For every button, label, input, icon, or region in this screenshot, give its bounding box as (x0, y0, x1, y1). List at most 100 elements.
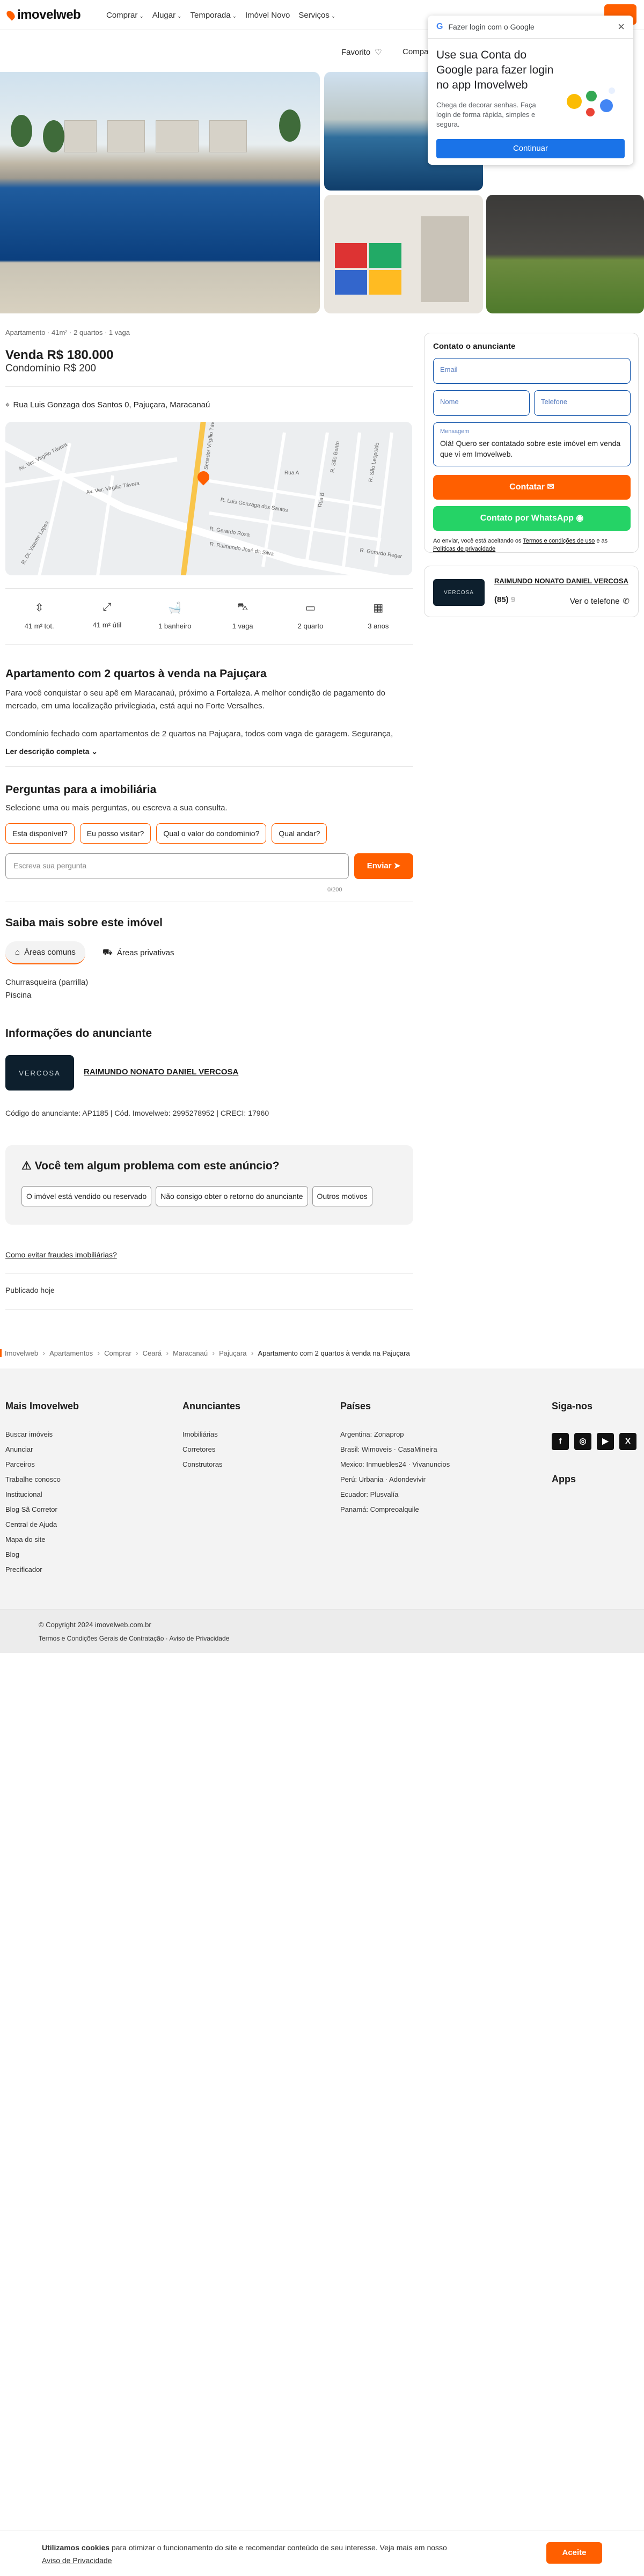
accept-cookies-button[interactable]: Aceite (546, 2542, 602, 2564)
advertiser-name-link[interactable]: RAIMUNDO NONATO DANIEL VERCOSA (84, 1067, 238, 1077)
chevron-right-icon: › (166, 1348, 169, 1358)
google-continue-button[interactable]: Continuar (436, 139, 625, 158)
phone-field[interactable]: Telefone (534, 390, 631, 416)
advertiser-card-logo[interactable]: VERCOSA (433, 579, 485, 606)
question-option[interactable]: Esta disponível? (5, 823, 75, 844)
nav-servicos[interactable]: Serviços ⌄ (298, 11, 335, 20)
footer-link[interactable]: Mexico: Inmuebles24 · Vivanuncios (340, 1460, 450, 1468)
footer-link[interactable]: Panamá: Compreoalquile (340, 1505, 450, 1513)
footer-bottom (0, 1609, 644, 1653)
youtube-icon[interactable]: ▶ (597, 1433, 614, 1450)
advertiser-code: Código do anunciante: AP1185 | Cód. Imov… (5, 1109, 269, 1117)
report-option[interactable]: O imóvel está vendido ou reservado (21, 1186, 152, 1206)
footer-link[interactable]: Ecuador: Plusvalía (340, 1490, 450, 1498)
nav-temporada[interactable]: Temporada ⌄ (191, 11, 237, 20)
footer-link[interactable]: Mapa do site (5, 1535, 79, 1543)
privacy-link[interactable]: Políticas de privacidade (433, 546, 495, 552)
social-links: f ◎ ▶ X (552, 1433, 636, 1450)
footer-link[interactable]: Perú: Urbania · Adondevivir (340, 1475, 450, 1483)
footer-link[interactable]: Central de Ajuda (5, 1520, 79, 1528)
legal-text: Ao enviar, você está aceitando os Termos… (433, 538, 608, 552)
question-option[interactable]: Eu posso visitar? (79, 823, 151, 844)
chevron-right-icon: › (251, 1348, 254, 1358)
privacy-notice-link[interactable]: Aviso de Privacidade (42, 2556, 112, 2565)
footer-link[interactable]: Institucional (5, 1490, 79, 1498)
see-phone-button[interactable]: Ver o telefone ✆ (570, 596, 630, 606)
nav-comprar[interactable]: Comprar ⌄ (106, 11, 144, 20)
divider (5, 644, 413, 645)
report-option[interactable]: Outros motivos (312, 1186, 372, 1206)
gallery-photo-5[interactable] (486, 195, 644, 313)
footer-link[interactable]: Blog (5, 1550, 79, 1558)
footer-link[interactable]: Corretores (182, 1445, 240, 1453)
wall-shape (421, 216, 469, 302)
read-more-link[interactable]: Ler descrição completa ⌄ (5, 747, 98, 756)
gallery-photo-4[interactable] (324, 195, 483, 313)
feature-bathroom: 🛁 1 banheiro (141, 601, 209, 630)
name-field[interactable]: Nome (433, 390, 530, 416)
tab-areas-privativas[interactable]: ⛟ Áreas privativas (93, 941, 184, 964)
contact-form: Contato o anunciante Email Nome Telefone… (424, 333, 639, 553)
close-icon[interactable]: × (618, 20, 625, 34)
building-shape (64, 120, 97, 152)
footer-link[interactable]: Anunciar (5, 1445, 79, 1453)
report-option[interactable]: Não consigo obter o retorno do anunciant… (156, 1186, 308, 1206)
footer-link[interactable]: Blog Sã Corretor (5, 1505, 79, 1513)
feature-parking: ⛍ 1 vaga (209, 601, 276, 630)
fraud-link[interactable]: Como evitar fraudes imobiliárias? (5, 1250, 117, 1259)
footer-col-anunciantes: Anunciantes Imobiliárias Corretores Cons… (182, 1401, 240, 1475)
location-map[interactable]: Av. Ver. Virgílio Távora Av. Ver. Virgíl… (5, 422, 412, 575)
logo[interactable]: imovelweb (5, 8, 81, 23)
chevron-right-icon: › (212, 1348, 215, 1358)
footer-link[interactable]: Parceiros (5, 1460, 79, 1468)
footer-link[interactable]: Trabalhe conosco (5, 1475, 79, 1483)
advertiser-card-name[interactable]: RAIMUNDO NONATO DANIEL VERCOSA (494, 577, 628, 585)
map-street-label: Rua A (284, 470, 299, 476)
listing-address: ⌖ Rua Luis Gonzaga dos Santos 0, Pajuçar… (5, 400, 210, 409)
nav-imovel-novo[interactable]: Imóvel Novo (245, 11, 290, 20)
building-shape (209, 120, 247, 152)
terms-link[interactable]: Termos e condições de uso (523, 538, 595, 544)
email-field[interactable]: Email (433, 358, 631, 384)
footer-link[interactable]: Imobiliárias (182, 1430, 240, 1438)
breadcrumb-item[interactable]: Apartamentos (49, 1349, 93, 1357)
amenity-item: Churrasqueira (parrilla) (5, 978, 89, 987)
breadcrumb-item[interactable]: Pajuçara (219, 1349, 246, 1357)
bedroom-icon: ▭ (305, 602, 316, 614)
footer-link[interactable]: Buscar imóveis (5, 1430, 79, 1438)
tab-areas-comuns[interactable]: ⌂ Áreas comuns (5, 941, 85, 964)
x-twitter-icon[interactable]: X (619, 1433, 636, 1450)
instagram-icon[interactable]: ◎ (574, 1433, 591, 1450)
report-problem-title: ⚠ Você tem algum problema com este anúnc… (21, 1160, 280, 1172)
advertiser-logo[interactable]: VERCOSA (5, 1055, 74, 1091)
google-illustration-icon (567, 87, 615, 116)
share-compare-button[interactable]: Compa (402, 47, 428, 56)
whatsapp-button[interactable]: Contato por WhatsApp ◉ (433, 506, 631, 531)
gallery-main-photo[interactable] (0, 72, 320, 313)
breadcrumb-item[interactable]: Imovelweb (0, 1349, 38, 1357)
footer-link[interactable]: Argentina: Zonaprop (340, 1430, 450, 1438)
facebook-icon[interactable]: f (552, 1433, 569, 1450)
favorite-button[interactable]: Favorito ♡ (341, 47, 382, 57)
breadcrumb-item[interactable]: Comprar (104, 1349, 131, 1357)
question-option[interactable]: Qual andar? (272, 823, 327, 844)
listing-title: Apartamento com 2 quartos à venda na Paj… (5, 668, 267, 680)
favorite-label: Favorito (341, 47, 371, 57)
breadcrumb-item[interactable]: Ceará (143, 1349, 162, 1357)
question-input[interactable]: Escreva sua pergunta (5, 853, 349, 879)
building-shape (156, 120, 199, 152)
nav-alugar[interactable]: Alugar ⌄ (152, 11, 182, 20)
breadcrumb-item[interactable]: Maracanaú (173, 1349, 208, 1357)
apps-title: Apps (552, 1474, 576, 1484)
question-option[interactable]: Qual o valor do condomínio? (156, 823, 267, 844)
footer-link[interactable]: Brasil: Wimoveis · CasaMineira (340, 1445, 450, 1453)
send-question-button[interactable]: Enviar ➤ (354, 853, 413, 879)
contact-button[interactable]: Contatar ✉ (433, 475, 631, 500)
contact-title: Contato o anunciante (433, 342, 516, 351)
footer-link[interactable]: Construtoras (182, 1460, 240, 1468)
message-field[interactable]: Mensagem Olá! Quero ser contatado sobre … (433, 422, 631, 466)
footer-terms-links[interactable]: Termos e Condições Gerais de Contratação… (39, 1635, 229, 1642)
footer-col-title: Mais Imovelweb (5, 1401, 79, 1411)
footer-link[interactable]: Precificador (5, 1565, 79, 1574)
report-problem-box: ⚠ Você tem algum problema com este anúnc… (5, 1145, 413, 1225)
